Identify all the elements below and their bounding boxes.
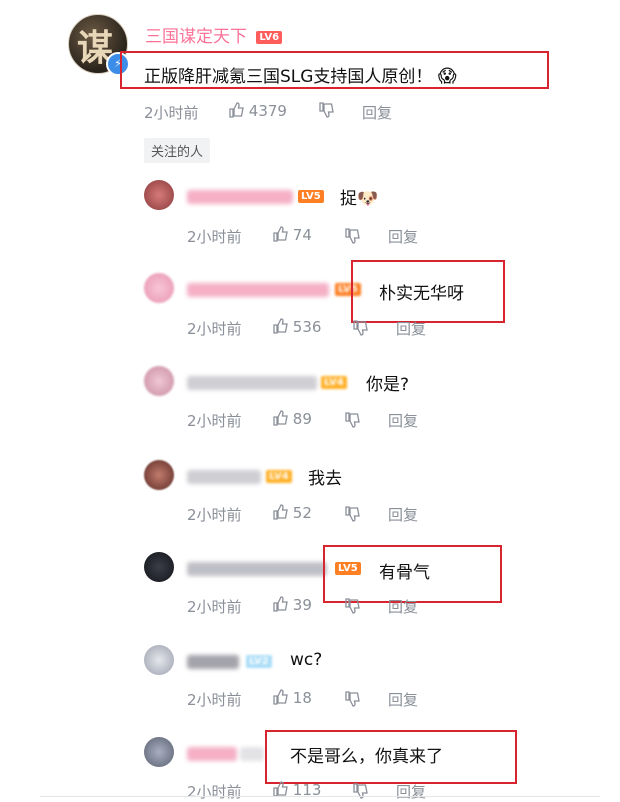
thumb-up-icon bbox=[273, 410, 288, 426]
thumb-down-icon bbox=[319, 102, 334, 118]
level-badge: LV5 bbox=[298, 190, 324, 203]
thumb-up-icon bbox=[273, 596, 288, 612]
reply-text: 朴实无华呀 bbox=[379, 284, 464, 304]
reply-avatar[interactable] bbox=[144, 737, 174, 767]
reply-username[interactable] bbox=[187, 190, 293, 204]
main-like-button[interactable]: 4379 bbox=[228, 102, 287, 120]
reply-text: 你是? bbox=[366, 375, 410, 395]
reply-like-button[interactable]: 18 bbox=[272, 689, 312, 707]
reply-username[interactable] bbox=[187, 470, 261, 484]
reply-username[interactable] bbox=[187, 376, 317, 390]
shocked-emoji-icon: 😱 bbox=[437, 66, 457, 87]
reply-like-count: 536 bbox=[292, 318, 322, 336]
thumb-down-icon[interactable] bbox=[344, 598, 360, 614]
main-author-name[interactable]: 三国谋定天下 LV6 bbox=[145, 22, 283, 47]
reply-avatar[interactable] bbox=[144, 180, 174, 210]
reply-username[interactable] bbox=[187, 655, 239, 669]
reply-like-button[interactable]: 52 bbox=[272, 504, 312, 522]
main-author-name-text: 三国谋定天下 bbox=[145, 27, 247, 47]
main-comment-text-content: 正版降肝减氪三国SLG支持国人原创！ bbox=[144, 67, 433, 87]
reply-text: 捉🐶 bbox=[340, 189, 379, 209]
level-badge: LV4 bbox=[321, 376, 347, 389]
reply-time: 2小时前 bbox=[187, 506, 242, 524]
main-comment-text: 正版降肝减氪三国SLG支持国人原创！ 😱 bbox=[144, 62, 457, 87]
reply-button[interactable]: 回复 bbox=[388, 410, 418, 431]
thumb-up-icon bbox=[273, 504, 288, 520]
reply-button[interactable]: 回复 bbox=[388, 504, 418, 525]
reply-time: 2小时前 bbox=[187, 598, 242, 616]
follow-tag[interactable]: 关注的人 bbox=[144, 138, 211, 163]
main-comment-meta: 2小时前 bbox=[144, 102, 199, 123]
thumb-down-icon[interactable] bbox=[344, 412, 360, 428]
reply-text: 我去 bbox=[308, 469, 342, 489]
thumb-down-icon[interactable] bbox=[352, 320, 368, 336]
reply-like-count: 52 bbox=[292, 504, 312, 522]
reply-like-button[interactable]: 89 bbox=[272, 410, 312, 428]
reply-avatar[interactable] bbox=[144, 273, 174, 303]
thumb-up-icon bbox=[273, 781, 288, 797]
reply-button[interactable]: 回复 bbox=[388, 226, 418, 247]
reply-text: 有骨气 bbox=[379, 563, 430, 583]
level-badge: LV2 bbox=[246, 655, 272, 668]
thumb-down-icon[interactable] bbox=[344, 506, 360, 522]
reply-avatar[interactable] bbox=[144, 460, 174, 490]
reply-like-count: 74 bbox=[292, 226, 312, 244]
main-reply-button[interactable]: 回复 bbox=[362, 102, 392, 123]
reply-button[interactable]: 回复 bbox=[388, 596, 418, 617]
reply-time: 2小时前 bbox=[187, 228, 242, 246]
level-badge: LV5 bbox=[335, 562, 361, 575]
reply-button[interactable]: 回复 bbox=[396, 318, 426, 339]
main-reply-label: 回复 bbox=[362, 104, 393, 122]
reply-username[interactable] bbox=[187, 562, 327, 576]
reply-time: 2小时前 bbox=[187, 691, 242, 709]
thumb-up-icon bbox=[273, 226, 288, 242]
main-dislike-button[interactable] bbox=[318, 102, 334, 120]
divider bbox=[40, 796, 600, 797]
thumb-up-icon bbox=[229, 102, 244, 118]
reply-username[interactable] bbox=[187, 283, 329, 297]
reply-like-count: 89 bbox=[292, 410, 312, 428]
reply-like-button[interactable]: 39 bbox=[272, 596, 312, 614]
reply-like-count: 39 bbox=[292, 596, 312, 614]
reply-like-button[interactable]: 74 bbox=[272, 226, 312, 244]
reply-time: 2小时前 bbox=[187, 412, 242, 430]
reply-button[interactable]: 回复 bbox=[388, 689, 418, 710]
thumb-down-icon[interactable] bbox=[344, 691, 360, 707]
reply-avatar[interactable] bbox=[144, 366, 174, 396]
reply-avatar[interactable] bbox=[144, 552, 174, 582]
main-comment-time: 2小时前 bbox=[144, 104, 199, 122]
thumb-down-icon[interactable] bbox=[344, 228, 360, 244]
reply-like-count: 18 bbox=[292, 689, 312, 707]
level-badge: LV6 bbox=[256, 31, 283, 44]
reply-like-button[interactable]: 536 bbox=[272, 318, 321, 336]
level-badge: LV4 bbox=[266, 470, 292, 483]
reply-text: 不是哥么，你真来了 bbox=[290, 747, 443, 767]
reply-username[interactable] bbox=[187, 747, 237, 761]
thumb-up-icon bbox=[273, 318, 288, 334]
reply-avatar[interactable] bbox=[144, 645, 174, 675]
main-like-count: 4379 bbox=[248, 102, 287, 120]
reply-time: 2小时前 bbox=[187, 320, 242, 338]
thumb-up-icon bbox=[273, 689, 288, 705]
reply-username-extra bbox=[240, 747, 264, 761]
reply-text: wc? bbox=[290, 650, 323, 670]
